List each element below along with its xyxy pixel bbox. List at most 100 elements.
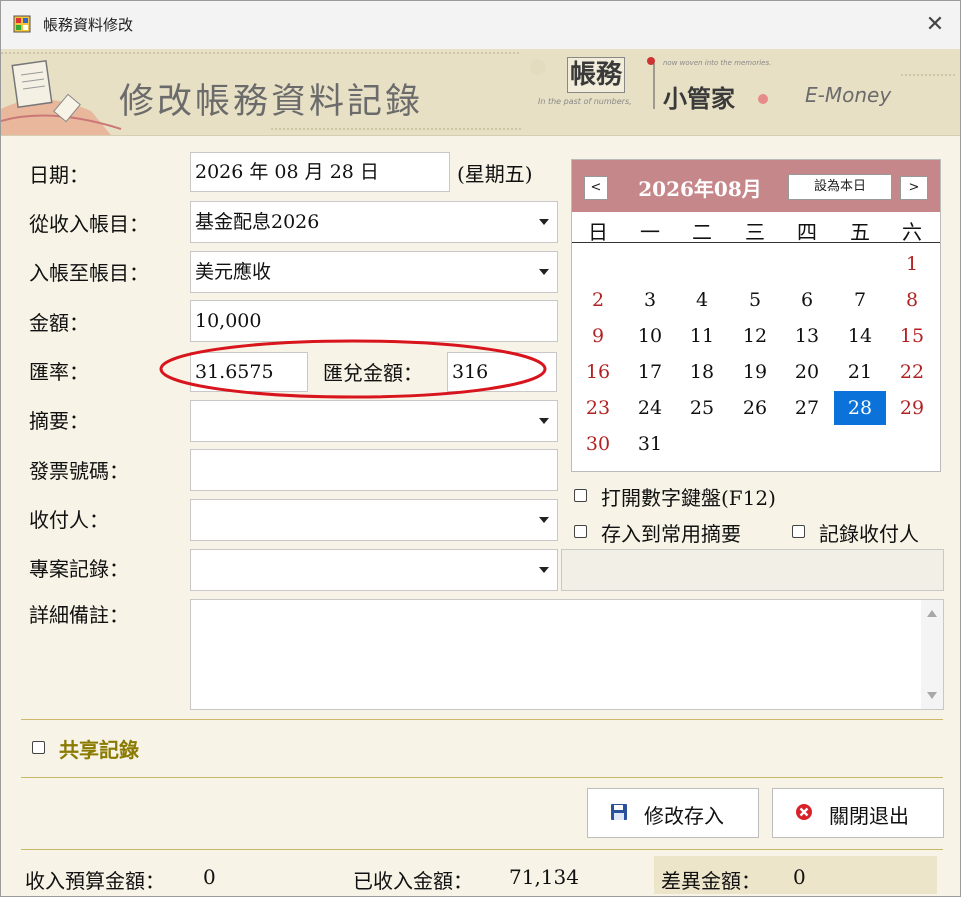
amount-field[interactable]: 10,000 — [190, 300, 558, 342]
chevron-down-icon — [539, 219, 549, 225]
calendar-day-8[interactable]: 8 — [886, 283, 938, 317]
payee-select[interactable] — [190, 499, 558, 541]
calendar-day-20[interactable]: 20 — [781, 355, 833, 389]
calendar-day-29[interactable]: 29 — [886, 391, 938, 425]
notes-label: 詳細備註： — [29, 603, 129, 627]
weekday-tue: 二 — [692, 220, 712, 244]
calendar-day-30[interactable]: 30 — [572, 427, 624, 461]
chevron-down-icon — [539, 269, 549, 275]
to-account-label: 入帳至帳目： — [29, 261, 149, 285]
logo-tagline-2: In the past of numbers, — [538, 97, 632, 106]
chevron-down-icon — [539, 517, 549, 523]
from-account-value: 基金配息2026 — [195, 211, 320, 233]
notes-textarea[interactable] — [190, 599, 944, 710]
received-label: 已收入金額： — [353, 869, 473, 893]
invoice-label: 發票號碼： — [29, 459, 129, 483]
diff-label: 差異金額： — [661, 869, 761, 893]
dialog-window: 帳務資料修改 ✕ 修改帳務資料記錄 帳務 now woven into the … — [0, 0, 961, 897]
calendar-day-26[interactable]: 26 — [729, 391, 781, 425]
calendar-day-7[interactable]: 7 — [834, 283, 886, 317]
separator-2 — [21, 777, 943, 778]
calendar-day-16[interactable]: 16 — [572, 355, 624, 389]
logo-box-text: 帳務 — [567, 57, 626, 93]
annotation-ellipse — [159, 339, 547, 399]
close-button[interactable]: 關閉退出 — [772, 788, 944, 838]
calendar-day-14[interactable]: 14 — [834, 319, 886, 353]
window-title: 帳務資料修改 — [43, 16, 134, 34]
scroll-down-icon[interactable] — [927, 692, 937, 699]
record-payee-checkbox[interactable] — [792, 525, 805, 538]
invoice-field[interactable] — [190, 449, 558, 491]
calendar-day-3[interactable]: 3 — [624, 283, 676, 317]
weekday-text: (星期五) — [457, 162, 533, 186]
app-icon — [13, 15, 31, 33]
calendar-day-18[interactable]: 18 — [676, 355, 728, 389]
save-summary-label: 存入到常用摘要 — [601, 522, 741, 546]
logo-main-text: 小管家 — [663, 84, 735, 113]
project-select[interactable] — [190, 549, 558, 591]
project-detail-field — [561, 549, 944, 591]
weekday-fri: 五 — [850, 220, 870, 244]
summary-label: 摘要： — [29, 409, 89, 433]
calendar-day-23[interactable]: 23 — [572, 391, 624, 425]
calendar-day-19[interactable]: 19 — [729, 355, 781, 389]
close-icon[interactable]: ✕ — [910, 1, 960, 49]
date-label: 日期： — [29, 163, 89, 187]
weekday-sun: 日 — [588, 220, 608, 244]
summary-select[interactable] — [190, 400, 558, 442]
calendar-day-6[interactable]: 6 — [781, 283, 833, 317]
save-summary-checkbox[interactable] — [574, 525, 587, 538]
calendar-day-1[interactable]: 1 — [886, 247, 938, 281]
calendar-day-27[interactable]: 27 — [781, 391, 833, 425]
from-account-label: 從收入帳目： — [29, 212, 149, 236]
date-field[interactable]: 2026 年 08 月 28 日 — [190, 152, 450, 192]
logo-english: E-Money — [805, 83, 892, 107]
set-today-button[interactable]: 設為本日 — [788, 174, 892, 200]
record-payee-label: 記錄收付人 — [819, 522, 919, 546]
received-value: 71,134 — [509, 865, 579, 889]
calendar-day-15[interactable]: 15 — [886, 319, 938, 353]
payee-label: 收付人： — [29, 508, 109, 532]
calendar-day-22[interactable]: 22 — [886, 355, 938, 389]
calendar-day-28[interactable]: 28 — [834, 391, 886, 425]
calendar-day-12[interactable]: 12 — [729, 319, 781, 353]
amount-label: 金額： — [29, 311, 89, 335]
separator-3 — [21, 849, 943, 850]
scroll-up-icon[interactable] — [927, 610, 937, 617]
calendar-day-5[interactable]: 5 — [729, 283, 781, 317]
calendar-day-11[interactable]: 11 — [676, 319, 728, 353]
banner-title: 修改帳務資料記錄 — [119, 82, 424, 122]
calendar: < 2026年08月 設為本日 > 日 一 二 三 四 五 六 12345678… — [571, 159, 941, 472]
calendar-day-10[interactable]: 10 — [624, 319, 676, 353]
calendar-day-25[interactable]: 25 — [676, 391, 728, 425]
from-account-select[interactable]: 基金配息2026 — [190, 201, 558, 243]
calendar-day-13[interactable]: 13 — [781, 319, 833, 353]
title-bar: 帳務資料修改 ✕ — [1, 1, 960, 49]
calendar-day-21[interactable]: 21 — [834, 355, 886, 389]
calendar-weekday-row: 日 一 二 三 四 五 六 — [572, 212, 940, 244]
calendar-header: < 2026年08月 設為本日 > — [572, 160, 940, 212]
notes-scrollbar[interactable] — [921, 600, 943, 709]
calendar-day-4[interactable]: 4 — [676, 283, 728, 317]
calendar-next-button[interactable]: > — [900, 176, 928, 200]
calendar-day-2[interactable]: 2 — [572, 283, 624, 317]
shared-label: 共享記錄 — [59, 738, 139, 762]
save-button[interactable]: 修改存入 — [587, 788, 759, 838]
separator-1 — [21, 719, 943, 720]
to-account-value: 美元應收 — [195, 261, 272, 283]
calendar-day-31[interactable]: 31 — [624, 427, 676, 461]
rate-label: 匯率： — [29, 360, 89, 384]
calendar-title: 2026年08月 — [638, 177, 762, 201]
calendar-prev-button[interactable]: < — [584, 176, 608, 200]
close-button-label: 關閉退出 — [829, 804, 909, 828]
to-account-select[interactable]: 美元應收 — [190, 251, 558, 293]
project-label: 專案記錄： — [29, 557, 129, 581]
numpad-checkbox[interactable] — [574, 489, 587, 502]
header-banner: 修改帳務資料記錄 帳務 now woven into the memories.… — [1, 49, 960, 136]
budget-value: 0 — [203, 865, 216, 889]
calendar-day-9[interactable]: 9 — [572, 319, 624, 353]
shared-checkbox[interactable] — [32, 741, 45, 754]
calendar-day-17[interactable]: 17 — [624, 355, 676, 389]
weekday-mon: 一 — [640, 220, 660, 244]
calendar-day-24[interactable]: 24 — [624, 391, 676, 425]
